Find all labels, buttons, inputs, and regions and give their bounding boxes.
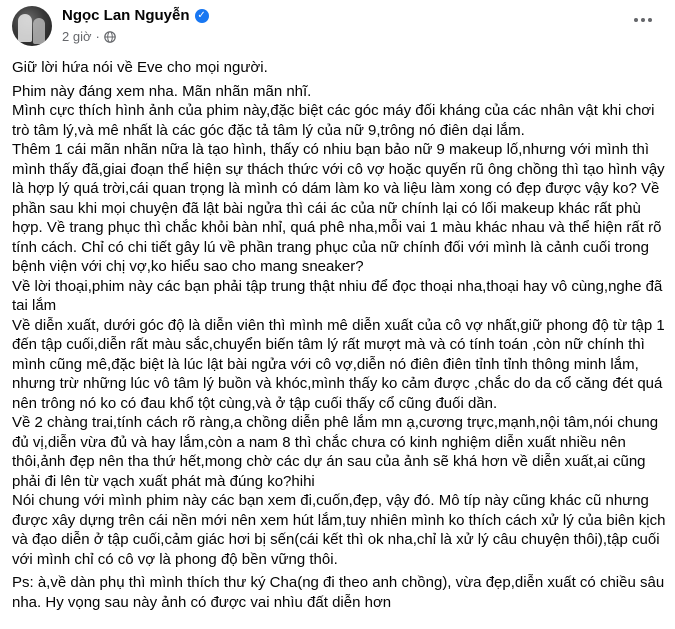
- post-body: Giữ lời hứa nói về Eve cho mọi người. Ph…: [12, 58, 667, 612]
- post-paragraph: Giữ lời hứa nói về Eve cho mọi người.: [12, 59, 268, 76]
- post-paragraph: Thêm 1 cái mãn nhãn nữa là tạo hình, thấ…: [12, 141, 665, 275]
- verified-badge-icon: ✓: [194, 8, 209, 23]
- author-name[interactable]: Ngọc Lan Nguyễn: [62, 7, 190, 24]
- author-avatar[interactable]: [12, 6, 52, 46]
- more-dot: [648, 18, 652, 22]
- avatar-figure: [33, 18, 45, 44]
- post-paragraph: Nói chung với mình phim này các bạn xem …: [12, 492, 666, 568]
- post-meta: 2 giờ ·: [62, 29, 116, 44]
- post-paragraph: Về diễn xuất, dưới góc độ là diễn viên t…: [12, 316, 665, 412]
- post-paragraph: Về lời thoại,phim này các bạn phải tập t…: [12, 277, 663, 315]
- more-dot: [641, 18, 645, 22]
- post-paragraph: Về 2 chàng trai,tính cách rõ ràng,a chồn…: [12, 414, 659, 490]
- post-paragraph: Ps: à,về dàn phụ thì mình thích thư ký C…: [12, 574, 665, 611]
- meta-separator: ·: [95, 29, 100, 44]
- more-options-icon[interactable]: [629, 8, 657, 32]
- author-row: Ngọc Lan Nguyễn ✓: [62, 7, 209, 24]
- post-timestamp[interactable]: 2 giờ: [62, 29, 92, 44]
- post-paragraph: Mình cực thích hình ảnh của phim này,đặc…: [12, 102, 655, 139]
- post-header: Ngọc Lan Nguyễn ✓ 2 giờ ·: [12, 4, 663, 48]
- avatar-figure: [18, 14, 32, 42]
- post-paragraph: Phim này đáng xem nha. Mãn nhãn mãn nhĩ.: [12, 82, 312, 100]
- facebook-post: Ngọc Lan Nguyễn ✓ 2 giờ · Giữ lời hứa nó…: [0, 0, 675, 629]
- more-dot: [634, 18, 638, 22]
- globe-icon[interactable]: [104, 30, 116, 43]
